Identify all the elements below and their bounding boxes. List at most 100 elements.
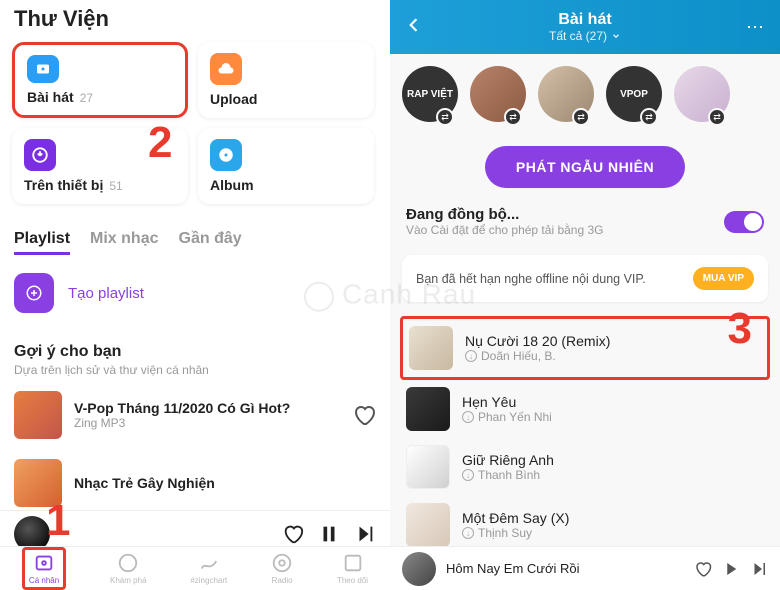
suggestion-item[interactable]: V-Pop Tháng 11/2020 Có Gì Hot? Zing MP3: [0, 381, 390, 449]
suggestion-title: V-Pop Tháng 11/2020 Có Gì Hot?: [74, 400, 340, 416]
songs-pane: Bài hát Tất cả (27) ⋯ RAP VIỆT⇄ ⇄ ⇄ VPOP…: [390, 0, 780, 590]
header-subtitle[interactable]: Tất cả (27): [549, 29, 621, 43]
album-card[interactable]: Album: [198, 128, 374, 204]
songs-icon: [27, 55, 59, 83]
sync-toggle[interactable]: [724, 211, 764, 233]
tab-recent[interactable]: Gần đây: [179, 230, 242, 255]
song-row[interactable]: Hẹn Yêu ↓ Phan Yến Nhi: [400, 380, 770, 438]
device-card[interactable]: Trên thiết bị 51: [12, 128, 188, 204]
song-row[interactable]: Nụ Cười 18 20 (Remix) ↓ Doãn Hiếu, B.: [400, 316, 770, 380]
device-icon: [24, 139, 56, 171]
suggestion-artist: Zing MP3: [74, 416, 340, 430]
library-pane: Thư Viện Bài hát 27 Upload Trên thiết bị…: [0, 0, 390, 590]
circle-item[interactable]: ⇄: [674, 66, 732, 124]
bottom-nav: Cá nhân Khám phá #zingchart Radio Theo d…: [0, 546, 390, 590]
songs-header: Bài hát Tất cả (27) ⋯: [390, 0, 780, 54]
suggestions-title: Gợi ý cho bạn: [14, 343, 376, 361]
download-icon: ↓: [465, 350, 477, 362]
nav-chart[interactable]: #zingchart: [190, 552, 227, 585]
chevron-down-icon: [611, 31, 621, 41]
download-icon: ↓: [462, 469, 474, 481]
create-playlist-row[interactable]: Tạo playlist: [0, 261, 390, 325]
nav-follow[interactable]: Theo dõi: [337, 552, 368, 585]
more-button[interactable]: ⋯: [746, 17, 766, 38]
sync-status: Đang đồng bộ... Vào Cài đặt để cho phép …: [390, 202, 780, 241]
song-artist: Phan Yến Nhi: [478, 410, 552, 424]
upload-card[interactable]: Upload: [198, 42, 374, 118]
song-title: Giữ Riêng Anh: [462, 452, 764, 468]
back-button[interactable]: [404, 15, 424, 40]
shuffle-badge-icon: ⇄: [640, 108, 658, 126]
song-artist: Thanh Bình: [478, 468, 540, 482]
song-row[interactable]: Giữ Riêng Anh ↓ Thanh Bình: [400, 438, 770, 496]
songs-card[interactable]: Bài hát 27: [12, 42, 188, 118]
create-playlist-label: Tạo playlist: [68, 285, 144, 302]
upload-label: Upload: [210, 91, 257, 107]
right-player-bar[interactable]: Hôm Nay Em Cưới Rồi: [390, 546, 780, 590]
header-title: Bài hát: [549, 11, 621, 29]
vip-banner: Bạn đã hết hạn nghe offline nội dung VIP…: [402, 255, 768, 302]
sync-title: Đang đồng bộ...: [406, 206, 603, 223]
category-circles: RAP VIỆT⇄ ⇄ ⇄ VPOP⇄ ⇄: [390, 54, 780, 136]
song-artist: Thịnh Suy: [478, 526, 532, 540]
nav-radio[interactable]: Radio: [271, 552, 293, 585]
nav-explore[interactable]: Khám phá: [110, 552, 146, 585]
shuffle-badge-icon: ⇄: [572, 108, 590, 126]
song-thumb: [406, 387, 450, 431]
library-icon: [33, 552, 55, 574]
device-count: 51: [109, 179, 122, 193]
song-title: Hẹn Yêu: [462, 394, 764, 410]
pause-icon[interactable]: [318, 523, 340, 545]
explore-icon: [117, 552, 139, 574]
shuffle-badge-icon: ⇄: [504, 108, 522, 126]
song-thumb: [406, 445, 450, 489]
heart-icon[interactable]: [352, 403, 376, 427]
device-label: Trên thiết bị: [24, 177, 103, 193]
buy-vip-button[interactable]: MUA VIP: [693, 267, 754, 290]
download-icon: ↓: [462, 411, 474, 423]
player-song-title: Hôm Nay Em Cưới Rồi: [446, 561, 684, 576]
circle-item[interactable]: RAP VIỆT⇄: [402, 66, 460, 124]
library-tabs: Playlist Mix nhạc Gần đây: [0, 204, 390, 261]
suggestion-thumb: [14, 459, 62, 507]
song-title: Một Đêm Say (X): [462, 510, 764, 526]
songs-label: Bài hát: [27, 89, 74, 105]
upload-icon: [210, 53, 242, 85]
song-thumb: [406, 503, 450, 547]
suggestion-thumb: [14, 391, 62, 439]
shuffle-badge-icon: ⇄: [436, 108, 454, 126]
song-thumb: [409, 326, 453, 370]
shuffle-play-button[interactable]: PHÁT NGẪU NHIÊN: [485, 146, 685, 188]
radio-icon: [271, 552, 293, 574]
suggestions-header: Gợi ý cho bạn Dựa trên lịch sử và thư vi…: [0, 325, 390, 381]
next-icon[interactable]: [750, 560, 768, 578]
play-icon[interactable]: [722, 560, 740, 578]
vip-message: Bạn đã hết hạn nghe offline nội dung VIP…: [416, 272, 646, 286]
shuffle-badge-icon: ⇄: [708, 108, 726, 126]
player-thumb: [402, 552, 436, 586]
follow-icon: [342, 552, 364, 574]
album-icon: [210, 139, 242, 171]
album-label: Album: [210, 177, 254, 193]
next-icon[interactable]: [354, 523, 376, 545]
heart-icon[interactable]: [694, 560, 712, 578]
circle-item[interactable]: ⇄: [470, 66, 528, 124]
tab-playlist[interactable]: Playlist: [14, 230, 70, 255]
heart-icon[interactable]: [282, 523, 304, 545]
nav-library[interactable]: Cá nhân: [22, 547, 66, 590]
suggestion-item[interactable]: Nhạc Trẻ Gây Nghiện: [0, 449, 390, 517]
songs-count: 27: [80, 91, 93, 105]
chart-icon: [198, 552, 220, 574]
circle-item[interactable]: ⇄: [538, 66, 596, 124]
library-header: Thư Viện: [0, 0, 390, 42]
song-artist: Doãn Hiếu, B.: [481, 349, 556, 363]
song-title: Nụ Cười 18 20 (Remix): [465, 333, 761, 349]
circle-item[interactable]: VPOP⇄: [606, 66, 664, 124]
tab-mix[interactable]: Mix nhạc: [90, 230, 158, 255]
download-icon: ↓: [462, 527, 474, 539]
suggestions-subtitle: Dựa trên lịch sử và thư viện cá nhân: [14, 363, 376, 377]
category-grid: Bài hát 27 Upload Trên thiết bị 51 Album: [0, 42, 390, 204]
sync-subtitle: Vào Cài đặt để cho phép tải bằng 3G: [406, 223, 603, 237]
create-playlist-icon: [14, 273, 54, 313]
suggestion-title: Nhạc Trẻ Gây Nghiện: [74, 475, 376, 491]
